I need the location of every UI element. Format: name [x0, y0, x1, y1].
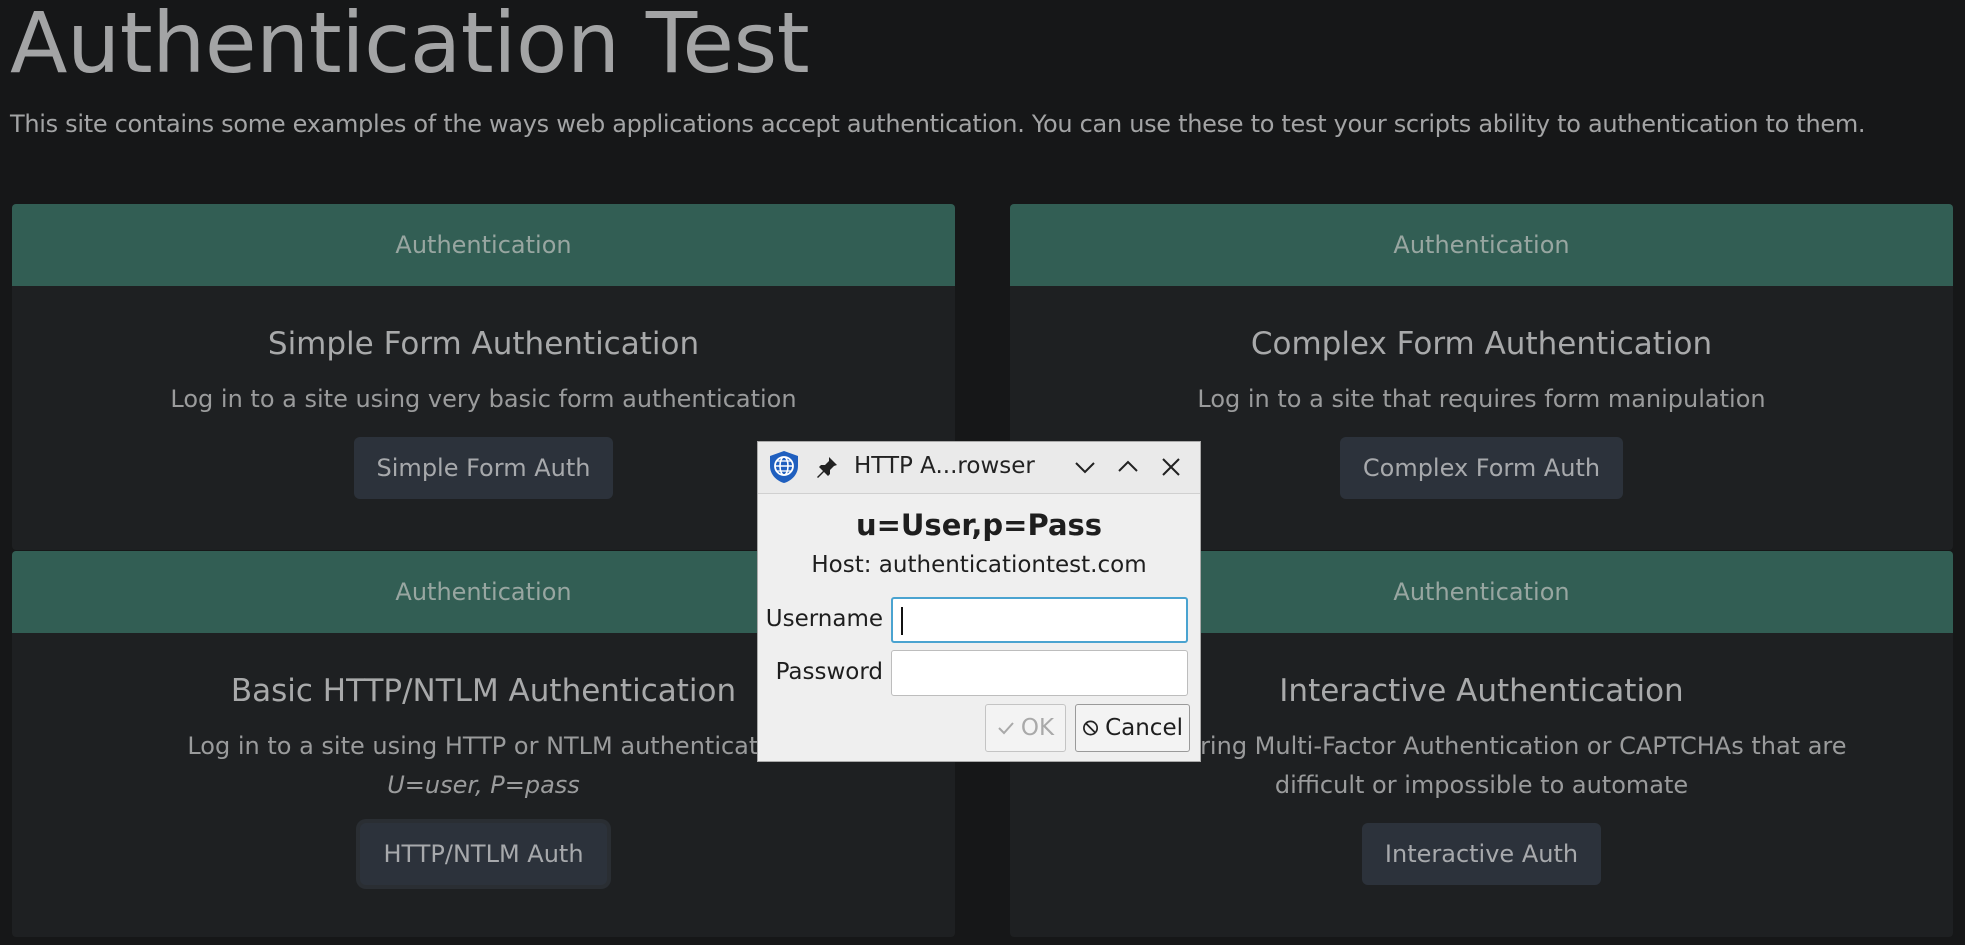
- card-text: Log in to a site using very basic form a…: [170, 385, 797, 413]
- http-ntlm-auth-button[interactable]: HTTP/NTLM Auth: [360, 823, 607, 885]
- username-input[interactable]: [891, 597, 1188, 643]
- dialog-heading: u=User,p=Pass: [855, 508, 1103, 542]
- dialog-titlebar[interactable]: HTTP A...rowser: [758, 442, 1200, 494]
- card-text-line: Log in to a site using HTTP or NTLM auth…: [187, 732, 780, 760]
- pin-icon[interactable]: [815, 455, 839, 479]
- text-caret: [901, 607, 903, 635]
- dialog-title: HTTP A...rowser: [854, 453, 1035, 479]
- card-text: Log in to a site that requires form mani…: [1197, 385, 1766, 413]
- cancel-label: Cancel: [1105, 715, 1183, 741]
- simple-form-auth-button[interactable]: Simple Form Auth: [353, 437, 614, 499]
- card-title: Complex Form Authentication: [1250, 326, 1713, 362]
- card-text-line: e requiring Multi-Factor Authentication …: [1116, 732, 1847, 760]
- ok-label: OK: [1020, 715, 1055, 741]
- http-auth-dialog: HTTP A...rowser u=User,p=Pass Host: auth…: [757, 441, 1201, 762]
- interactive-auth-button[interactable]: Interactive Auth: [1361, 823, 1602, 885]
- password-row: Password: [758, 650, 1200, 696]
- close-icon[interactable]: [1159, 455, 1183, 479]
- complex-form-auth-button[interactable]: Complex Form Auth: [1339, 437, 1624, 499]
- username-label: Username: [765, 606, 883, 632]
- card-title: Simple Form Authentication: [267, 326, 700, 362]
- card-header: Authentication: [1010, 204, 1953, 286]
- card-credentials-note: U=user, P=pass: [387, 771, 580, 799]
- password-label: Password: [775, 659, 883, 685]
- page-title: Authentication Test: [10, 0, 810, 92]
- cancel-icon: [1083, 720, 1099, 736]
- dialog-host: Host: authenticationtest.com: [811, 552, 1147, 578]
- chevron-up-icon[interactable]: [1116, 455, 1140, 479]
- card-header: Authentication: [12, 204, 955, 286]
- check-icon: [998, 722, 1014, 735]
- cancel-button[interactable]: Cancel: [1075, 704, 1190, 752]
- page-intro: This site contains some examples of the …: [10, 110, 1866, 138]
- card-text-line: difficult or impossible to automate: [1274, 771, 1689, 799]
- ok-button[interactable]: OK: [985, 704, 1066, 752]
- chevron-down-icon[interactable]: [1073, 455, 1097, 479]
- username-row: Username: [758, 597, 1200, 643]
- password-input[interactable]: [891, 650, 1188, 696]
- globe-shield-icon: [770, 451, 798, 483]
